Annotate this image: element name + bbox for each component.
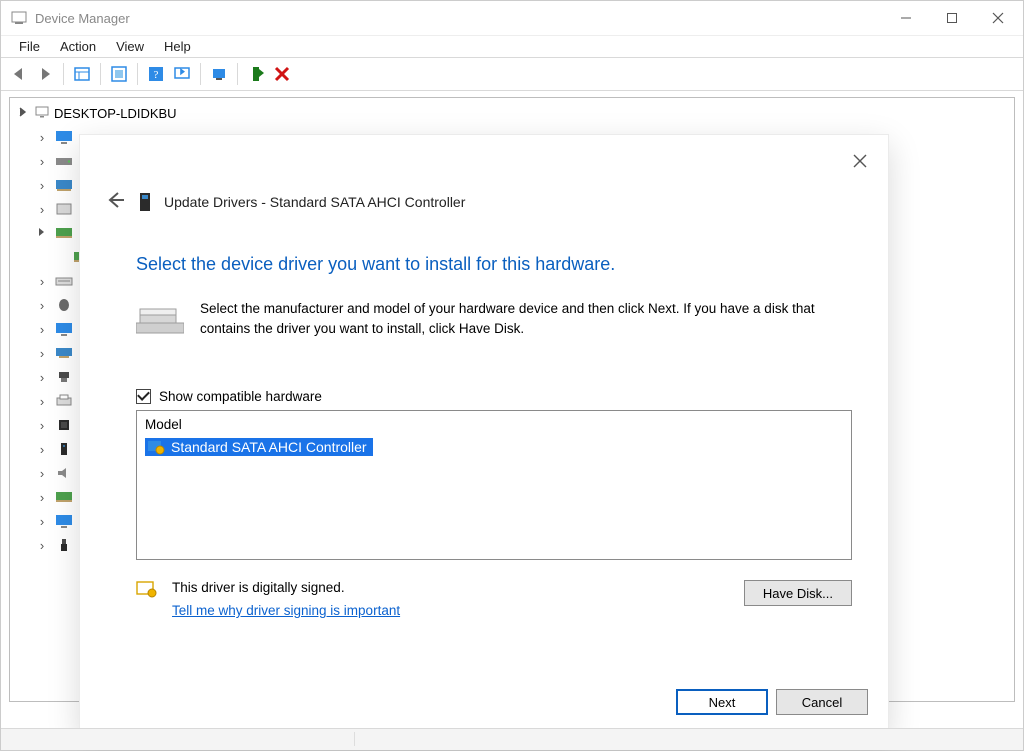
tree-root-label: DESKTOP-LDIDKBU: [54, 106, 177, 121]
menu-help[interactable]: Help: [154, 37, 201, 56]
storage-controller-icon: [54, 489, 74, 505]
show-compatible-label: Show compatible hardware: [159, 389, 322, 404]
processor-icon: [54, 417, 74, 433]
model-item-label: Standard SATA AHCI Controller: [171, 439, 367, 455]
display-adapter-icon: [54, 177, 74, 193]
device-icon: [138, 190, 152, 214]
statusbar-cell: [9, 732, 355, 746]
statusbar: [1, 728, 1023, 750]
collapse-icon[interactable]: [36, 226, 48, 241]
toolbar: ?: [1, 57, 1023, 91]
usb-icon: [54, 537, 74, 553]
menu-view[interactable]: View: [106, 37, 154, 56]
system-device-icon: [54, 513, 74, 529]
have-disk-button[interactable]: Have Disk...: [744, 580, 852, 606]
dialog-title: Update Drivers - Standard SATA AHCI Cont…: [164, 194, 465, 210]
drive-icon: [54, 153, 74, 169]
close-icon[interactable]: [846, 147, 874, 175]
show-compatible-checkbox-input[interactable]: [136, 389, 151, 404]
show-compatible-checkbox[interactable]: Show compatible hardware: [136, 389, 860, 404]
titlebar: Device Manager: [1, 1, 1023, 35]
svg-text:?: ?: [154, 69, 159, 81]
signing-link[interactable]: Tell me why driver signing is important: [172, 603, 400, 618]
collapse-icon[interactable]: [16, 106, 30, 121]
computer-icon: [34, 104, 50, 123]
dialog-headline: Select the device driver you want to ins…: [136, 254, 860, 275]
scan-hardware-icon[interactable]: [170, 62, 194, 86]
app-icon: [11, 10, 27, 26]
properties-icon[interactable]: [107, 62, 131, 86]
mouse-icon: [54, 297, 74, 313]
window-title: Device Manager: [35, 11, 130, 26]
model-list[interactable]: Model Standard SATA AHCI Controller: [136, 410, 852, 560]
model-column-header: Model: [145, 417, 843, 432]
forward-icon[interactable]: [33, 62, 57, 86]
back-icon[interactable]: [7, 62, 31, 86]
menu-file[interactable]: File: [9, 37, 50, 56]
uninstall-device-icon[interactable]: [270, 62, 294, 86]
enable-device-icon[interactable]: [244, 62, 268, 86]
monitor-icon: [54, 129, 74, 145]
back-icon[interactable]: [104, 189, 126, 214]
tree-root[interactable]: DESKTOP-LDIDKBU: [14, 102, 1014, 125]
hardware-icon: [136, 299, 184, 339]
print-queue-icon: [54, 393, 74, 409]
next-button[interactable]: Next: [676, 689, 768, 715]
dialog-instructions: Select the manufacturer and model of you…: [200, 299, 840, 338]
monitor-icon: [54, 321, 74, 337]
menu-action[interactable]: Action: [50, 37, 106, 56]
update-drivers-dialog: Update Drivers - Standard SATA AHCI Cont…: [79, 134, 889, 734]
signed-text: This driver is digitally signed.: [172, 580, 400, 595]
hid-icon: [54, 201, 74, 217]
minimize-button[interactable]: [883, 3, 929, 33]
maximize-button[interactable]: [929, 3, 975, 33]
controller-icon: [54, 225, 74, 241]
close-button[interactable]: [975, 3, 1021, 33]
signed-driver-icon: [147, 439, 165, 455]
network-icon: [54, 345, 74, 361]
update-driver-icon[interactable]: [207, 62, 231, 86]
help-icon[interactable]: ?: [144, 62, 168, 86]
certificate-icon: [136, 580, 158, 600]
show-hidden-icon[interactable]: [70, 62, 94, 86]
cancel-button[interactable]: Cancel: [776, 689, 868, 715]
sound-icon: [54, 465, 74, 481]
menubar: File Action View Help: [1, 35, 1023, 57]
software-device-icon: [54, 441, 74, 457]
model-list-item[interactable]: Standard SATA AHCI Controller: [145, 438, 373, 456]
keyboard-icon: [54, 273, 74, 289]
port-icon: [54, 369, 74, 385]
